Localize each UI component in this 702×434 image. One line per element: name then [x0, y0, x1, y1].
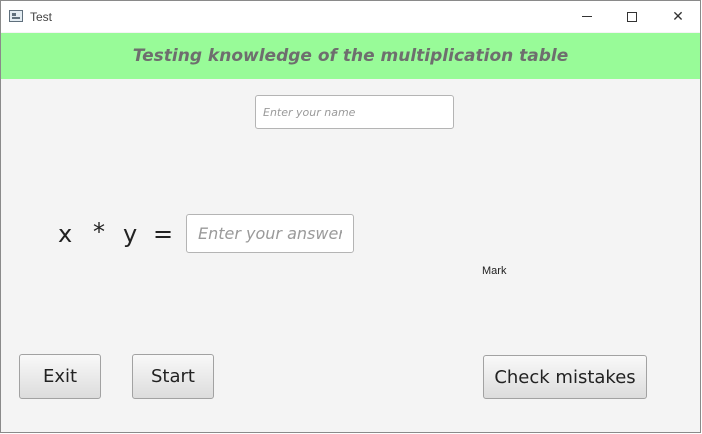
- equation-left-operand: x: [58, 220, 73, 248]
- check-mistakes-button[interactable]: Check mistakes: [483, 355, 647, 399]
- exit-button[interactable]: Exit: [19, 354, 101, 399]
- title-bar[interactable]: Test ✕: [1, 1, 700, 32]
- minimize-icon: [582, 16, 592, 17]
- page-title: Testing knowledge of the multiplication …: [132, 46, 569, 66]
- header-banner: Testing knowledge of the multiplication …: [1, 33, 700, 79]
- mark-label: Mark: [482, 265, 507, 277]
- equation-equals-sign: =: [153, 220, 174, 248]
- maximize-button[interactable]: [609, 1, 655, 32]
- close-button[interactable]: ✕: [655, 1, 700, 32]
- name-input[interactable]: [255, 95, 454, 129]
- maximize-icon: [627, 11, 637, 22]
- start-button[interactable]: Start: [132, 354, 214, 399]
- equation-right-operand: y: [123, 220, 138, 248]
- minimize-button[interactable]: [564, 1, 610, 32]
- app-window-icon: [9, 10, 23, 22]
- app-window: Test ✕ Testing knowledge of the multipli…: [0, 0, 701, 433]
- equation-operator: *: [93, 218, 105, 246]
- answer-input[interactable]: [186, 214, 354, 253]
- close-icon: ✕: [672, 8, 684, 25]
- window-title: Test: [30, 10, 53, 24]
